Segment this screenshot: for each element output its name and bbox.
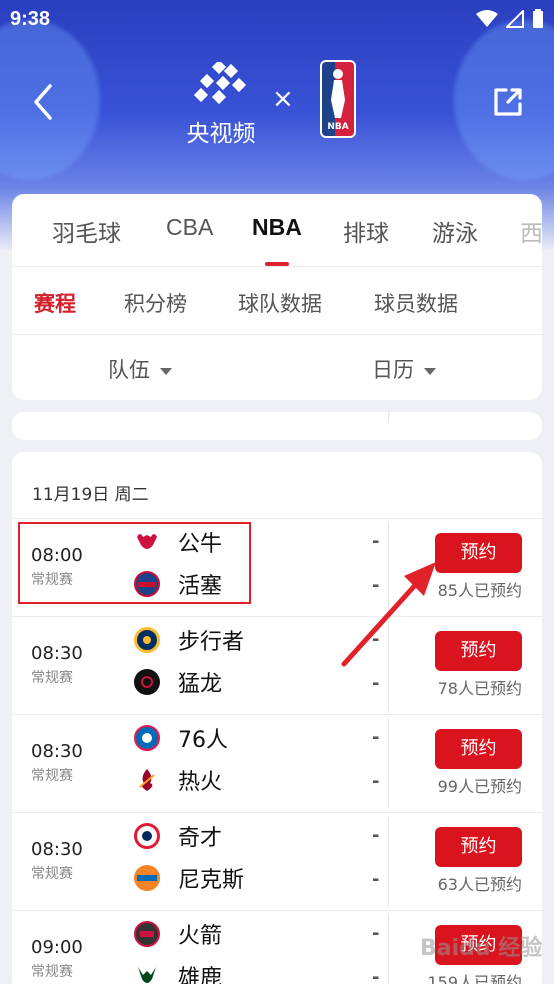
match-time: 08:30 [31, 839, 83, 860]
nba-logo: NBA [320, 60, 356, 138]
tab-volleyball[interactable]: 排球 [343, 214, 389, 248]
knicks-logo-icon [134, 865, 160, 891]
away-score: - [372, 771, 380, 792]
back-button[interactable] [26, 82, 62, 122]
reserve-button[interactable]: 预约 [435, 631, 522, 671]
wizards-logo-icon [134, 823, 160, 849]
home-team: 奇才 [134, 821, 222, 851]
bucks-logo-icon [134, 963, 160, 984]
nba-logo-text: NBA [327, 122, 349, 132]
team-name: 尼克斯 [178, 868, 245, 893]
home-score: - [372, 629, 380, 650]
calendar-filter[interactable]: 日历 [372, 354, 436, 384]
home-team: 76人 [134, 723, 228, 753]
away-team: 猛龙 [134, 667, 222, 697]
match-type: 常规赛 [31, 768, 73, 784]
highlight-box [18, 522, 251, 604]
76ers-logo-icon [134, 725, 160, 751]
caret-down-icon [160, 367, 172, 375]
home-score: - [372, 727, 380, 748]
reserve-count: 99人已预约 [437, 777, 522, 796]
team-filter-label: 队伍 [108, 358, 150, 382]
team-name: 76人 [178, 728, 228, 753]
subtab-standings[interactable]: 积分榜 [124, 288, 187, 318]
reserve-button[interactable]: 预约 [435, 827, 522, 867]
cctv-logo-mark [193, 59, 247, 105]
subtab-player-stats[interactable]: 球员数据 [374, 288, 458, 318]
reserve-count: 63人已预约 [437, 875, 522, 894]
subtab-schedule[interactable]: 赛程 [34, 288, 76, 318]
away-team: 尼克斯 [134, 863, 244, 893]
match-time: 08:30 [31, 643, 83, 664]
reserve-button[interactable]: 预约 [435, 729, 522, 769]
category-card: 羽毛球 CBA NBA 排球 游泳 西 赛程 积分榜 球队数据 球员数据 队伍 … [12, 194, 542, 400]
tab-cba[interactable]: CBA [166, 214, 213, 241]
away-team: 热火 [134, 765, 222, 795]
team-name: 步行者 [178, 630, 245, 655]
brand-name: 央视频 [186, 121, 256, 147]
match-type: 常规赛 [31, 670, 73, 686]
caret-down-icon [424, 367, 436, 375]
cctv-logo: 央视频 [184, 59, 258, 148]
watermark: Baidu 经验 [420, 936, 543, 961]
away-team: 雄鹿 [134, 961, 222, 984]
raptors-logo-icon [134, 669, 160, 695]
divider [12, 334, 542, 335]
battery-icon [532, 9, 544, 33]
reserve-count: 159人已预约 [427, 973, 522, 984]
divider [12, 266, 542, 267]
team-name: 奇才 [178, 826, 223, 851]
team-filter[interactable]: 队伍 [108, 354, 172, 384]
match-type: 常规赛 [31, 866, 73, 882]
away-score: - [372, 575, 380, 596]
match-row[interactable]: 08:30 常规赛 步行者 猛龙 - - 预约 78人已预约 [12, 616, 542, 714]
home-score: - [372, 923, 380, 944]
team-name: 热火 [178, 770, 223, 795]
rockets-logo-icon [134, 921, 160, 947]
tab-more[interactable]: 西 [520, 214, 542, 248]
cross-symbol: × [272, 84, 294, 114]
match-row[interactable]: 08:30 常规赛 奇才 尼克斯 - - 预约 63人已预约 [12, 812, 542, 910]
share-button[interactable] [488, 82, 528, 122]
sport-tabs: 羽毛球 CBA NBA 排球 游泳 西 [12, 194, 542, 266]
heat-logo-icon [134, 767, 160, 793]
away-score: - [372, 673, 380, 694]
reserve-count: 85人已预约 [437, 581, 522, 600]
match-time: 09:00 [31, 937, 83, 958]
away-score: - [372, 967, 380, 984]
home-team: 步行者 [134, 625, 244, 655]
tab-swimming[interactable]: 游泳 [432, 214, 478, 248]
match-row[interactable]: 08:30 常规赛 76人 热火 - - 预约 99人已预约 [12, 714, 542, 812]
team-name: 火箭 [178, 924, 223, 949]
home-score: - [372, 825, 380, 846]
schedule-date: 11月19日 周二 [32, 485, 149, 505]
signal-icon [504, 8, 524, 32]
reserve-button[interactable]: 预约 [435, 533, 522, 573]
tab-badminton[interactable]: 羽毛球 [52, 214, 121, 248]
calendar-filter-label: 日历 [372, 358, 414, 382]
away-score: - [372, 869, 380, 890]
home-score: - [372, 531, 380, 552]
collapsed-card [12, 412, 542, 440]
tab-nba[interactable]: NBA [252, 214, 302, 241]
status-time: 9:38 [10, 8, 51, 30]
team-name: 猛龙 [178, 672, 223, 697]
match-type: 常规赛 [31, 964, 73, 980]
home-team: 火箭 [134, 919, 222, 949]
match-time: 08:30 [31, 741, 83, 762]
team-name: 雄鹿 [178, 966, 223, 984]
subtab-team-stats[interactable]: 球队数据 [238, 288, 322, 318]
status-bar: 9:38 [0, 0, 554, 40]
pacers-logo-icon [134, 627, 160, 653]
reserve-count: 78人已预约 [437, 679, 522, 698]
wifi-icon [476, 10, 498, 32]
